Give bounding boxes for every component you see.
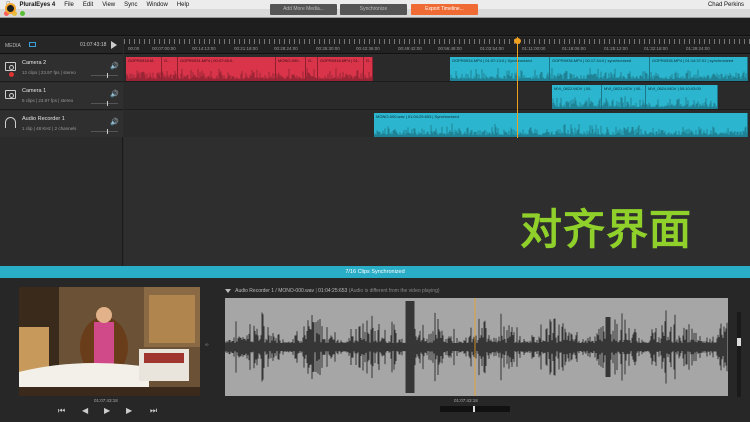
menu-file[interactable]: File bbox=[64, 2, 74, 8]
play-button-icon[interactable]: ▶ bbox=[104, 406, 110, 415]
menu-app-name[interactable]: PluralEyes 4 bbox=[20, 2, 56, 8]
clip[interactable]: GOPR0931.MP4 | 00:07:45:0.. bbox=[178, 57, 276, 81]
preview-timecode: 01:07:43:18 bbox=[94, 398, 118, 403]
export-timeline-button[interactable]: Export Timeline... bbox=[411, 4, 478, 15]
skip-end-icon[interactable]: ⏭ bbox=[150, 406, 157, 416]
ruler-label: 00:28:24:00 bbox=[274, 46, 298, 51]
synchronize-button[interactable]: Synchronize bbox=[340, 4, 407, 15]
timeline-ruler[interactable]: 00:00 00:07:00:00 00:14:13:00 00:21:18:0… bbox=[124, 37, 750, 54]
zoom-window-button[interactable] bbox=[20, 11, 25, 16]
waveform-graphic bbox=[225, 298, 728, 396]
ruler-label: 00:00 bbox=[128, 46, 140, 51]
ruler-label: 00:07:00:00 bbox=[152, 46, 176, 51]
volume-slider[interactable] bbox=[91, 129, 118, 134]
ruler-label: 00:14:13:00 bbox=[192, 46, 216, 51]
volume-slider[interactable] bbox=[91, 73, 118, 78]
clip-synchronized[interactable]: GOPR0936.MP4 | 00:17:34:0 | synchronized bbox=[550, 57, 650, 81]
clip[interactable]: GOPR0918.M.. bbox=[126, 57, 162, 81]
speaker-icon[interactable]: 🔊 bbox=[110, 118, 119, 126]
monitor-icon[interactable] bbox=[29, 42, 36, 47]
jog-scrubber[interactable] bbox=[440, 406, 510, 412]
ruler-label: 00:56:48:00 bbox=[438, 46, 462, 51]
waveform-note: (Audio is different from the video playi… bbox=[348, 288, 440, 294]
clip-synchronized[interactable]: MVI_0822.MOV | 00.. bbox=[552, 85, 602, 109]
track-name: Audio Recorder 1 bbox=[22, 116, 65, 122]
add-more-media-button[interactable]: Add More Media... bbox=[270, 4, 337, 15]
collapse-triangle-icon[interactable] bbox=[225, 288, 231, 293]
track-header-audio-recorder-1[interactable]: Audio Recorder 1 1 clip | 48 KHz | 2 cha… bbox=[0, 111, 123, 138]
ruler-label: 00:35:30:00 bbox=[316, 46, 340, 51]
media-label: MEDIA bbox=[5, 43, 21, 49]
waveform-timecode: 01:07:43:18 bbox=[454, 398, 478, 403]
playhead-handle[interactable] bbox=[514, 38, 521, 44]
toolbar bbox=[0, 18, 750, 36]
ruler-label: 01:11:00:00 bbox=[522, 46, 546, 51]
audio-waveform[interactable] bbox=[225, 298, 728, 396]
volume-slider[interactable] bbox=[91, 101, 118, 106]
play-icon[interactable] bbox=[111, 41, 117, 49]
timeline-lane-camera-2: GOPR0918.M.. G.. GOPR0931.MP4 | 00:07:45… bbox=[124, 55, 750, 82]
menubar-user[interactable]: Chad Perkins bbox=[708, 2, 744, 8]
menu-view[interactable]: View bbox=[102, 2, 115, 8]
overlay-caption: 对齐界面 bbox=[520, 205, 693, 254]
pluraleyes-logo-icon bbox=[5, 3, 16, 14]
timeline-lane-audio-recorder-1: MONO-000.wav | 01:04:25:653 | Synchroniz… bbox=[124, 111, 750, 138]
track-name: Camera 1 bbox=[22, 88, 47, 94]
media-panel-empty bbox=[0, 137, 123, 266]
ruler-label: 00:49:42:00 bbox=[398, 46, 422, 51]
camera-icon bbox=[5, 62, 16, 71]
ruler-ticks bbox=[124, 39, 750, 44]
ruler-label: 01:25:12:00 bbox=[604, 46, 628, 51]
menu-sync[interactable]: Sync bbox=[124, 2, 137, 8]
track-meta: 1 clip | 48 KHz | 2 channels bbox=[22, 126, 77, 131]
speaker-icon[interactable]: 🔊 bbox=[110, 90, 119, 98]
timeline-lane-camera-1: MVI_0822.MOV | 00.. MVI_0823.MOV | 00.. … bbox=[124, 83, 750, 110]
clip-synchronized[interactable]: MVI_0824.MOV | 00:10:03:00 bbox=[646, 85, 718, 109]
clip-synchronized[interactable]: GOPR0936.MP4 | 01:14:37:01 | synchronize… bbox=[650, 57, 748, 81]
camera-icon bbox=[5, 90, 16, 99]
playhead[interactable] bbox=[517, 37, 518, 138]
media-panel-header: MEDIA 01:07:43:18 bbox=[0, 37, 123, 54]
ruler-label: 00:42:36:00 bbox=[356, 46, 380, 51]
media-timecode: 01:07:43:18 bbox=[80, 42, 107, 48]
step-forward-icon[interactable]: ▶ bbox=[126, 406, 132, 415]
clip[interactable]: MONO-000.. bbox=[276, 57, 306, 81]
volume-meter-slider[interactable] bbox=[737, 312, 741, 397]
track-header-camera-1[interactable]: Camera 1 5 clips | 23.97 fps | stereo 🔊 bbox=[0, 83, 123, 110]
record-indicator-icon bbox=[9, 72, 14, 77]
skip-start-icon[interactable]: ⏮ bbox=[58, 406, 65, 416]
sync-status-bar: 7/16 Clips Synchronized bbox=[0, 266, 750, 278]
ruler-label: 01:32:18:00 bbox=[644, 46, 668, 51]
video-preview bbox=[19, 287, 200, 396]
waveform-header: Audio Recorder 1 / MONO-000.wav | 01:04:… bbox=[225, 288, 440, 294]
menu-edit[interactable]: Edit bbox=[83, 2, 93, 8]
clip[interactable]: G.. bbox=[306, 57, 318, 81]
ruler-label: 01:18:06:00 bbox=[562, 46, 586, 51]
link-icon[interactable]: ∞ bbox=[205, 342, 209, 348]
clip[interactable]: GOPR0916.MP4 | 01.. bbox=[318, 57, 364, 81]
headphones-icon bbox=[5, 117, 16, 128]
clip-synchronized[interactable]: GOPR0934.MP4 | 01:07:13:0 | Synchronized bbox=[450, 57, 550, 81]
track-header-camera-2[interactable]: Camera 2 12 clips | 23.97 fps | stereo 🔊 bbox=[0, 55, 123, 82]
waveform-timecode-label: 01:04:25:653 bbox=[318, 288, 348, 294]
clip-synchronized[interactable]: MVI_0823.MOV | 00.. bbox=[602, 85, 646, 109]
ruler-label: 01:39:24:00 bbox=[686, 46, 710, 51]
menu-help[interactable]: Help bbox=[177, 2, 189, 8]
waveform-source: Audio Recorder 1 / MONO-000.wav bbox=[235, 288, 315, 294]
track-meta: 5 clips | 23.97 fps | stereo bbox=[22, 98, 74, 103]
menu-window[interactable]: Window bbox=[146, 2, 167, 8]
clip[interactable]: G.. bbox=[364, 57, 373, 81]
speaker-icon[interactable]: 🔊 bbox=[110, 62, 119, 70]
ruler-label: 01:03:54:00 bbox=[480, 46, 504, 51]
clip-synchronized[interactable]: MONO-000.wav | 01:04:25:653 | Synchroniz… bbox=[374, 113, 748, 137]
track-meta: 12 clips | 23.97 fps | stereo bbox=[22, 70, 76, 75]
track-name: Camera 2 bbox=[22, 60, 47, 66]
ruler-label: 00:21:18:00 bbox=[234, 46, 258, 51]
clip[interactable]: G.. bbox=[162, 57, 178, 81]
step-back-icon[interactable]: ◀ bbox=[82, 406, 88, 415]
